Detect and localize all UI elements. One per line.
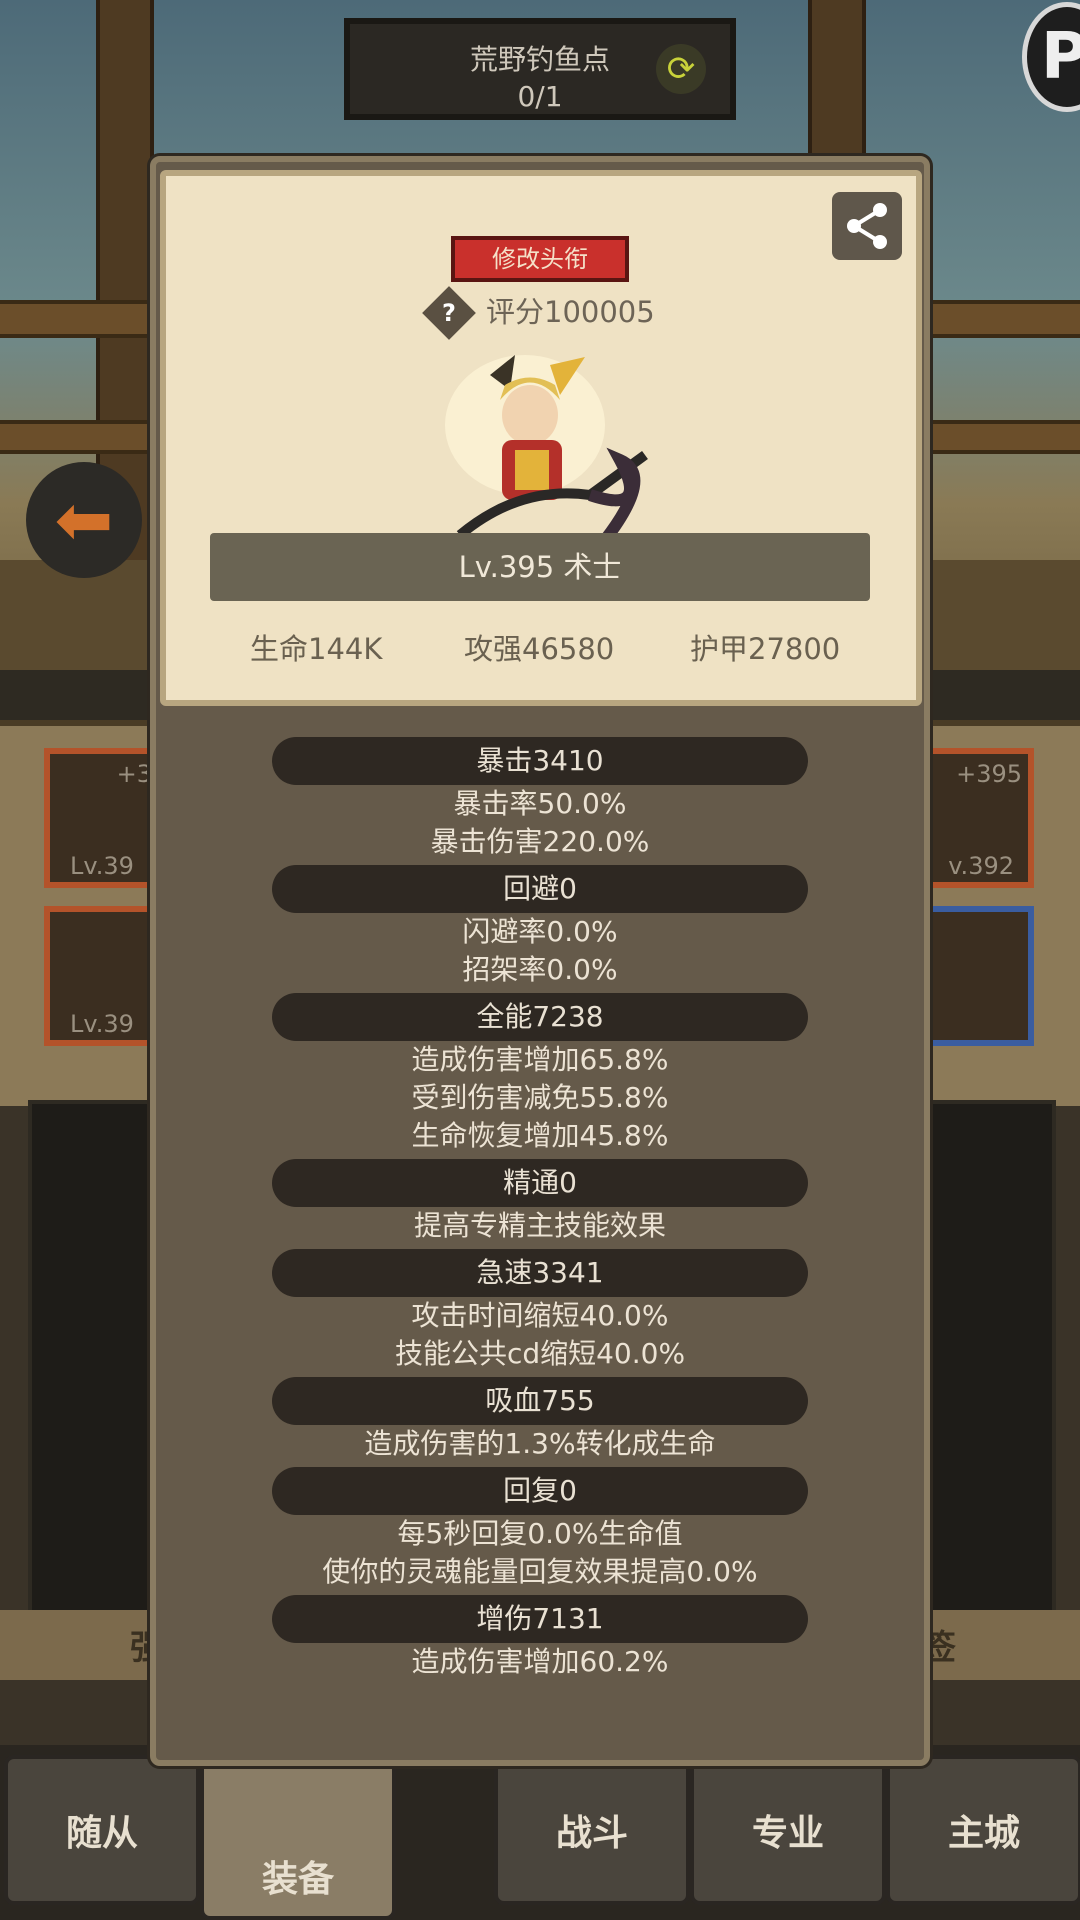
stat-header-regen: 回复0 xyxy=(272,1467,808,1515)
equip-slot[interactable]: +3 Lv.39 xyxy=(44,748,164,888)
stat-detail: 受到伤害减免55.8% xyxy=(411,1081,669,1114)
attack-stat: 攻强46580 xyxy=(464,632,615,666)
slot-level: Lv.39 xyxy=(70,852,134,880)
stat-detail: 使你的灵魂能量回复效果提高0.0% xyxy=(322,1555,758,1588)
slot-plus: +3 xyxy=(116,760,152,788)
location-panel[interactable]: 荒野钓鱼点 0/1 ⟳ xyxy=(344,18,736,120)
stat-detail: 造成伤害增加65.8% xyxy=(411,1043,669,1076)
score-text: 评分100005 xyxy=(486,295,655,329)
hp-stat: 生命144K xyxy=(250,632,383,666)
stat-detail: 暴击率50.0% xyxy=(453,787,627,820)
equip-slot[interactable] xyxy=(914,906,1034,1046)
help-icon[interactable]: ? xyxy=(430,294,468,332)
stat-detail: 暴击伤害220.0% xyxy=(430,825,650,858)
stat-detail: 技能公共cd缩短40.0% xyxy=(394,1337,686,1370)
stat-header-avoidance: 回避0 xyxy=(272,865,808,913)
armor-stat: 护甲27800 xyxy=(690,632,841,666)
nav-profession[interactable]: 专业 xyxy=(690,1755,886,1905)
stat-header-haste: 急速3341 xyxy=(272,1249,808,1297)
stat-detail: 招架率0.0% xyxy=(462,953,618,986)
slot-plus: +395 xyxy=(956,760,1022,788)
nav-main-city[interactable]: 主城 xyxy=(886,1755,1080,1905)
nav-equipment[interactable]: 装备 xyxy=(200,1760,396,1920)
share-icon[interactable] xyxy=(832,192,902,260)
stat-detail: 生命恢复增加45.8% xyxy=(411,1119,669,1152)
equip-slot[interactable]: +395 v.392 xyxy=(914,748,1034,888)
slot-level: Lv.39 xyxy=(70,1010,134,1038)
back-arrow-icon[interactable]: ⬅ xyxy=(26,462,142,578)
stat-header-mastery: 精通0 xyxy=(272,1159,808,1207)
stat-detail: 造成伤害增加60.2% xyxy=(411,1645,669,1678)
stat-detail: 闪避率0.0% xyxy=(462,915,618,948)
refresh-icon[interactable]: ⟳ xyxy=(656,44,706,94)
stat-header-versatility: 全能7238 xyxy=(272,993,808,1041)
stat-detail: 攻击时间缩短40.0% xyxy=(411,1299,669,1332)
equip-slot[interactable]: Lv.39 xyxy=(44,906,164,1046)
stat-detail: 每5秒回复0.0%生命值 xyxy=(397,1517,683,1550)
stat-header-crit: 暴击3410 xyxy=(272,737,808,785)
stat-detail: 造成伤害的1.3%转化成生命 xyxy=(364,1427,716,1460)
stat-header-lifesteal: 吸血755 xyxy=(272,1377,808,1425)
slot-level: v.392 xyxy=(948,852,1014,880)
rename-title-button[interactable]: 修改头衔 xyxy=(451,236,629,282)
nav-follower[interactable]: 随从 xyxy=(4,1755,200,1905)
stat-header-damage-bonus: 增伤7131 xyxy=(272,1595,808,1643)
character-portrait xyxy=(445,355,648,544)
level-class-bar: Lv.395 术士 xyxy=(210,533,870,601)
nav-battle[interactable]: 战斗 xyxy=(494,1755,690,1905)
stat-detail: 提高专精主技能效果 xyxy=(413,1209,666,1242)
